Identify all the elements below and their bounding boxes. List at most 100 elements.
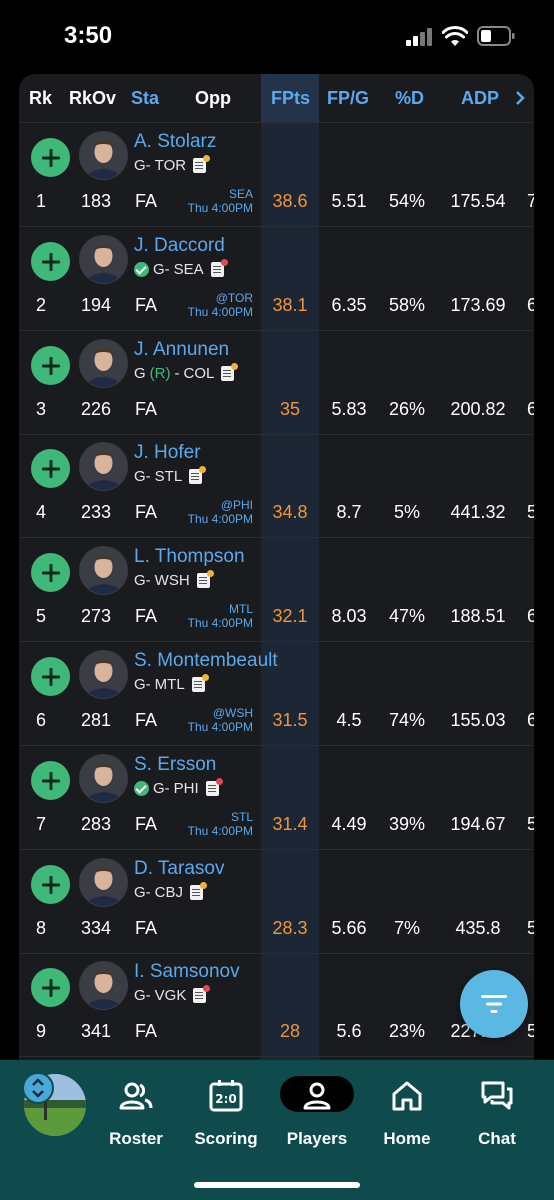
team-switch-button[interactable] (22, 1072, 54, 1104)
header-sta[interactable]: Sta (131, 88, 159, 109)
nav-home[interactable]: Home (362, 1074, 452, 1154)
table-row[interactable]: A. Stolarz G- TOR 1 183 FA SEA Thu 4:00PM 38.6 5.… (19, 123, 534, 227)
table-row[interactable]: D. Tarasov G- CBJ 8 334 FA 28.3 5.66 7% 435.8 5 (19, 850, 534, 954)
nav-players[interactable]: Players (272, 1074, 362, 1154)
player-headshot[interactable] (79, 961, 128, 1010)
table-row[interactable]: J. Annunen G (R) - COL 3 226 FA 35 5.83 26% 200.82 6 (19, 331, 534, 435)
player-headshot[interactable] (79, 858, 128, 907)
player-headshot[interactable] (79, 131, 128, 180)
player-name[interactable]: A. Stolarz (134, 131, 216, 153)
percent-drafted: 39% (388, 814, 426, 834)
plus-icon (41, 978, 60, 997)
plus-icon (41, 875, 60, 894)
add-player-button[interactable] (31, 242, 70, 281)
player-position: G- (153, 780, 170, 797)
overall-rank: 226 (80, 399, 112, 419)
status: FA (135, 1021, 158, 1041)
player-notes-icon[interactable] (210, 259, 228, 277)
player-notes-icon[interactable] (193, 155, 211, 173)
player-name[interactable]: J. Hofer (134, 442, 201, 464)
player-name[interactable]: L. Thompson (134, 546, 245, 568)
player-notes-icon[interactable] (189, 466, 207, 484)
header-rkov[interactable]: RkOv (69, 88, 116, 109)
player-notes-icon[interactable] (191, 674, 209, 692)
table-row[interactable]: L. Thompson G- WSH 5 273 FA MTL Thu 4:00PM 32.1 8… (19, 538, 534, 642)
table-row[interactable]: I. SamsonovG-VGK9341FA285.623%227.315 (19, 953, 534, 1057)
player-team: VGK (154, 987, 187, 1004)
percent-drafted: 7% (393, 918, 420, 938)
player-notes-icon[interactable] (205, 778, 223, 796)
add-player-button[interactable] (31, 968, 70, 1007)
overall-rank: 341 (80, 1021, 112, 1041)
percent-drafted: 74% (388, 710, 426, 730)
rank: 7 (35, 814, 46, 834)
header-opp[interactable]: Opp (195, 88, 231, 109)
player-name[interactable]: D. Tarasov (134, 858, 224, 880)
player-headshot[interactable] (79, 650, 128, 699)
header-pctd[interactable]: %D (395, 88, 424, 109)
next-column-value: 7 (527, 191, 534, 211)
overall-rank: 233 (80, 502, 112, 522)
table-row[interactable]: J. Hofer G- STL 4 233 FA @PHI Thu 4:00PM 34.8 8.7… (19, 434, 534, 538)
status: FA (135, 191, 158, 211)
player-name[interactable]: S. Ersson (134, 754, 216, 776)
add-player-button[interactable] (31, 865, 70, 904)
player-name[interactable]: J. Annunen (134, 339, 229, 361)
player-team: SEA (173, 261, 204, 278)
player-notes-icon[interactable] (190, 882, 208, 900)
player-headshot[interactable] (79, 442, 128, 491)
player-headshot[interactable] (79, 235, 128, 284)
player-name[interactable]: I. Samsonov (134, 961, 240, 983)
nav-roster[interactable]: Roster (91, 1074, 181, 1154)
average-draft-position: 155.03 (450, 710, 506, 730)
status: FA (135, 814, 158, 834)
add-player-button[interactable] (31, 449, 70, 488)
add-player-button[interactable] (31, 138, 70, 177)
player-name[interactable]: S. Montembeault (134, 650, 278, 672)
add-player-button[interactable] (31, 346, 70, 385)
header-rk[interactable]: Rk (29, 88, 52, 109)
player-headshot[interactable] (79, 754, 128, 803)
player-name[interactable]: J. Daccord (134, 235, 225, 257)
cellular-signal-icon (406, 28, 434, 46)
player-headshot[interactable] (79, 339, 128, 388)
opponent: @TOR Thu 4:00PM (169, 291, 253, 319)
verified-icon (134, 781, 149, 796)
rank: 2 (35, 295, 46, 315)
player-headshot[interactable] (79, 546, 128, 595)
header-fpg[interactable]: FP/G (327, 88, 369, 109)
opponent: SEA Thu 4:00PM (169, 187, 253, 215)
plus-icon (41, 148, 60, 167)
player-info: G- CBJ (134, 882, 208, 901)
table-row[interactable]: S. Montembeault G- MTL 6 281 FA @WSH Thu 4:00PM… (19, 642, 534, 746)
game-time: Thu 4:00PM (187, 305, 253, 319)
opponent-team: STL (230, 810, 253, 824)
next-column-value: 5 (527, 502, 534, 522)
add-player-button[interactable] (31, 657, 70, 696)
player-notes-icon[interactable] (196, 570, 214, 588)
overall-rank: 183 (80, 191, 112, 211)
next-column-value: 5 (527, 918, 534, 938)
header-adp[interactable]: ADP (461, 88, 499, 109)
filter-button[interactable] (460, 970, 528, 1038)
plus-icon (41, 667, 60, 686)
header-fpts[interactable]: FPts (271, 88, 310, 109)
nav-scoring[interactable]: 2:0 Scoring (181, 1074, 271, 1154)
player-notes-icon[interactable] (193, 985, 211, 1003)
player-position: G- (134, 468, 151, 485)
add-player-button[interactable] (31, 761, 70, 800)
opponent: STL Thu 4:00PM (169, 810, 253, 838)
fantasy-points: 28.3 (272, 918, 308, 938)
nav-chat[interactable]: Chat (452, 1074, 542, 1154)
player-notes-icon[interactable] (221, 363, 239, 381)
plus-icon (41, 771, 60, 790)
table-row[interactable]: J. Daccord G- SEA 2 194 FA @TOR Thu 4:00PM 38.1 6… (19, 227, 534, 331)
player-team: MTL (154, 676, 185, 693)
next-column-value: 6 (527, 606, 534, 626)
add-player-button[interactable] (31, 553, 70, 592)
players-table[interactable]: Rk RkOv Sta Opp FPts FP/G %D ADP A. Stol… (19, 74, 534, 1064)
nav-home-label: Home (383, 1129, 431, 1148)
table-row[interactable]: S. Ersson G- PHI 7 283 FA STL Thu 4:00PM 31.4 4.4… (19, 746, 534, 850)
status: FA (135, 710, 158, 730)
status-time: 3:50 (64, 22, 113, 49)
